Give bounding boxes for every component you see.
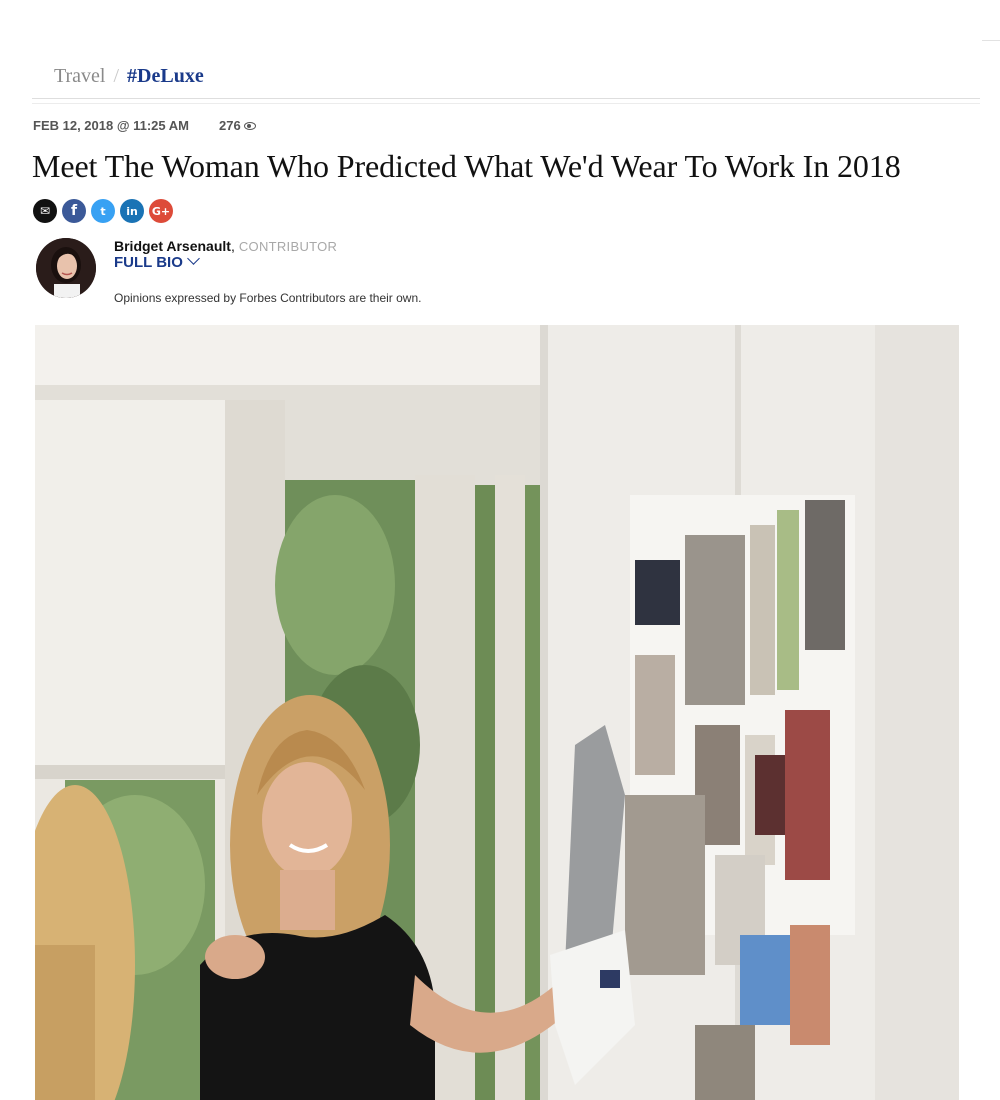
breadcrumb: Travel / #DeLuxe: [54, 62, 204, 90]
google-plus-share-icon[interactable]: G+: [149, 199, 173, 223]
full-bio-button[interactable]: FULL BIO: [114, 252, 200, 272]
author-avatar[interactable]: [36, 238, 96, 298]
article-meta: FEB 12, 2018 @ 11:25 AM 276: [33, 118, 256, 134]
linkedin-share-icon[interactable]: in: [120, 199, 144, 223]
email-share-icon[interactable]: ✉: [33, 199, 57, 223]
publish-date: FEB 12, 2018 @ 11:25 AM: [33, 118, 189, 133]
author-name-link[interactable]: Bridget Arsenault: [114, 238, 231, 254]
contributor-disclaimer: Opinions expressed by Forbes Contributor…: [114, 291, 422, 305]
chevron-down-icon: [187, 252, 200, 265]
hero-image: [35, 325, 959, 1100]
header-divider: [32, 98, 980, 99]
breadcrumb-separator: /: [113, 65, 120, 87]
breadcrumb-section-link[interactable]: #DeLuxe: [127, 65, 204, 87]
top-divider: [982, 40, 1000, 41]
share-bar: ✉ f t in G+: [33, 199, 173, 223]
twitter-share-icon[interactable]: t: [91, 199, 115, 223]
header-divider-secondary: [32, 103, 980, 104]
eye-icon: [243, 122, 256, 130]
view-count: 276: [219, 118, 241, 133]
breadcrumb-channel-link[interactable]: Travel: [54, 65, 105, 87]
article-headline: Meet The Woman Who Predicted What We'd W…: [32, 148, 901, 184]
author-comma: ,: [230, 238, 235, 254]
full-bio-label: FULL BIO: [114, 254, 183, 271]
facebook-share-icon[interactable]: f: [62, 199, 86, 223]
author-role: CONTRIBUTOR: [238, 239, 338, 254]
